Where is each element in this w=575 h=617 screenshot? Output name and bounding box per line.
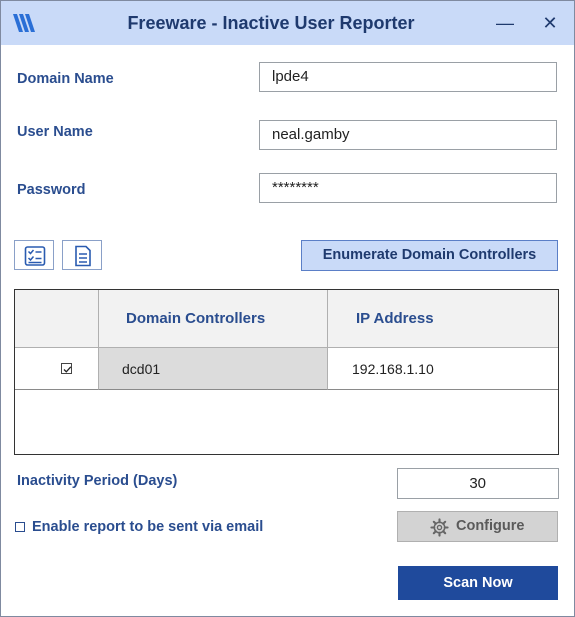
inactivity-period-label: Inactivity Period (Days) (17, 473, 178, 489)
select-column-header (15, 290, 99, 348)
report-button[interactable] (62, 240, 102, 270)
domain-name-field[interactable]: lpde4 (259, 62, 557, 92)
password-label: Password (17, 182, 86, 198)
row-checkbox[interactable] (61, 363, 72, 374)
table-cell-ip[interactable]: 192.168.1.10 (328, 348, 558, 390)
close-button[interactable]: ✕ (538, 11, 562, 35)
table-row-checkbox-cell[interactable] (15, 348, 99, 390)
minimize-button[interactable]: — (493, 11, 517, 35)
inactivity-period-input[interactable]: 30 (397, 468, 559, 499)
configure-button[interactable]: Configure (397, 511, 558, 542)
app-window: Freeware - Inactive User Reporter — ✕ Do… (0, 0, 575, 617)
user-name-field[interactable]: neal.gamby (259, 120, 557, 150)
select-all-button[interactable] (14, 240, 54, 270)
window-title: Freeware - Inactive User Reporter (127, 13, 415, 33)
domain-name-label: Domain Name (17, 71, 114, 87)
domain-controllers-table: Domain Controllers IP Address dcd01 192.… (14, 289, 559, 455)
checklist-icon (24, 246, 46, 266)
user-name-label: User Name (17, 124, 93, 140)
password-field[interactable]: ******** (259, 173, 557, 203)
email-report-label[interactable]: Enable report to be sent via email (32, 519, 263, 535)
enumerate-domain-controllers-button[interactable]: Enumerate Domain Controllers (301, 240, 558, 271)
gear-icon (430, 518, 449, 537)
domain-controllers-column-header[interactable]: Domain Controllers (99, 290, 328, 348)
table-cell-controller[interactable]: dcd01 (99, 348, 328, 390)
configure-label: Configure (456, 518, 525, 534)
email-report-checkbox[interactable] (15, 522, 25, 532)
document-icon (75, 245, 91, 267)
ip-address-column-header[interactable]: IP Address (328, 290, 558, 348)
checkmark-icon (63, 366, 72, 373)
scan-now-button[interactable]: Scan Now (398, 566, 558, 600)
title-bar: Freeware - Inactive User Reporter — ✕ (1, 1, 574, 45)
